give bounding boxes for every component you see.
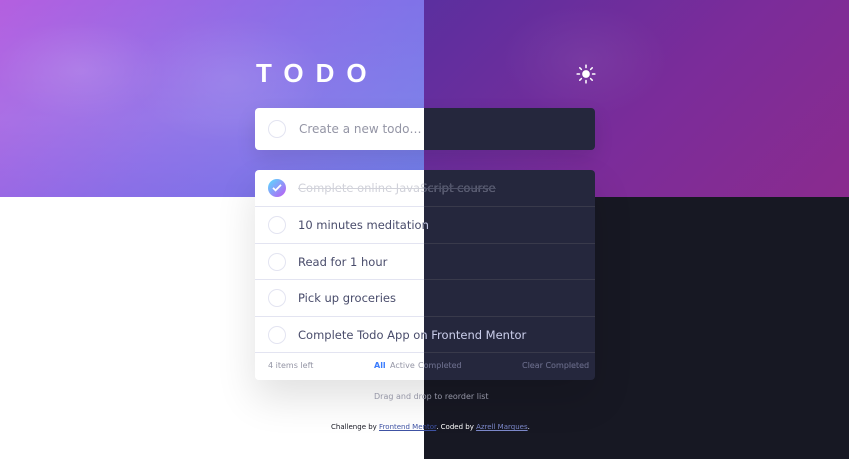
todo-item[interactable]: Read for 1 hour Read for 1 hour: [255, 244, 595, 280]
attribution-coded-by: . Coded by: [436, 423, 477, 431]
clear-completed-button: Clear Completed: [522, 361, 590, 370]
todo-text: 10 minutes meditation: [298, 218, 429, 232]
sun-icon[interactable]: [576, 64, 596, 84]
attribution-prefix: Challenge by: [331, 423, 380, 431]
todo-checkbox[interactable]: [268, 289, 286, 307]
header-background-dark: [424, 0, 849, 197]
todo-item[interactable]: Complete Todo App on Frontend Mentor Com…: [255, 317, 595, 353]
app-stage: TODO Complete o: [0, 0, 849, 459]
new-todo-input[interactable]: [299, 118, 579, 140]
filter-active-button[interactable]: Active: [390, 361, 415, 370]
todo-item[interactable]: Complete online JavaScript course Comple…: [255, 170, 595, 206]
new-todo-field[interactable]: [255, 108, 595, 150]
check-icon: [272, 184, 282, 192]
frontend-mentor-link[interactable]: Frontend Mentor: [379, 423, 436, 431]
filter-completed-button: Completed: [418, 361, 462, 370]
todo-item[interactable]: Pick up groceries Pick up groceries: [255, 280, 595, 316]
attribution: Challenge by Frontend Mentor. Coded by A…: [331, 423, 530, 431]
attribution-suffix: .: [527, 423, 530, 431]
filter-all-button[interactable]: All: [374, 361, 386, 370]
items-left-count: 4 items left: [268, 361, 314, 370]
todo-checkbox[interactable]: [268, 326, 286, 344]
todo-list: Complete online JavaScript course Comple…: [255, 170, 595, 380]
drag-hint: Drag and drop to reorder list: [374, 392, 489, 401]
todo-checkbox-checked[interactable]: [268, 179, 286, 197]
page-title: TODO: [256, 58, 379, 88]
todo-text: Pick up groceries: [298, 291, 396, 305]
new-todo-check-circle[interactable]: [268, 120, 286, 138]
author-link[interactable]: Azrell Marques: [476, 423, 528, 431]
todo-text: Read for 1 hour: [298, 255, 388, 269]
todo-text: Complete online JavaScript course: [298, 181, 496, 195]
todo-checkbox[interactable]: [268, 253, 286, 271]
todo-checkbox[interactable]: [268, 216, 286, 234]
todo-text: Complete Todo App on Frontend Mentor: [298, 328, 527, 342]
header-background-light: [0, 0, 424, 197]
todo-item[interactable]: 10 minutes meditation 10 minutes meditat…: [255, 207, 595, 243]
